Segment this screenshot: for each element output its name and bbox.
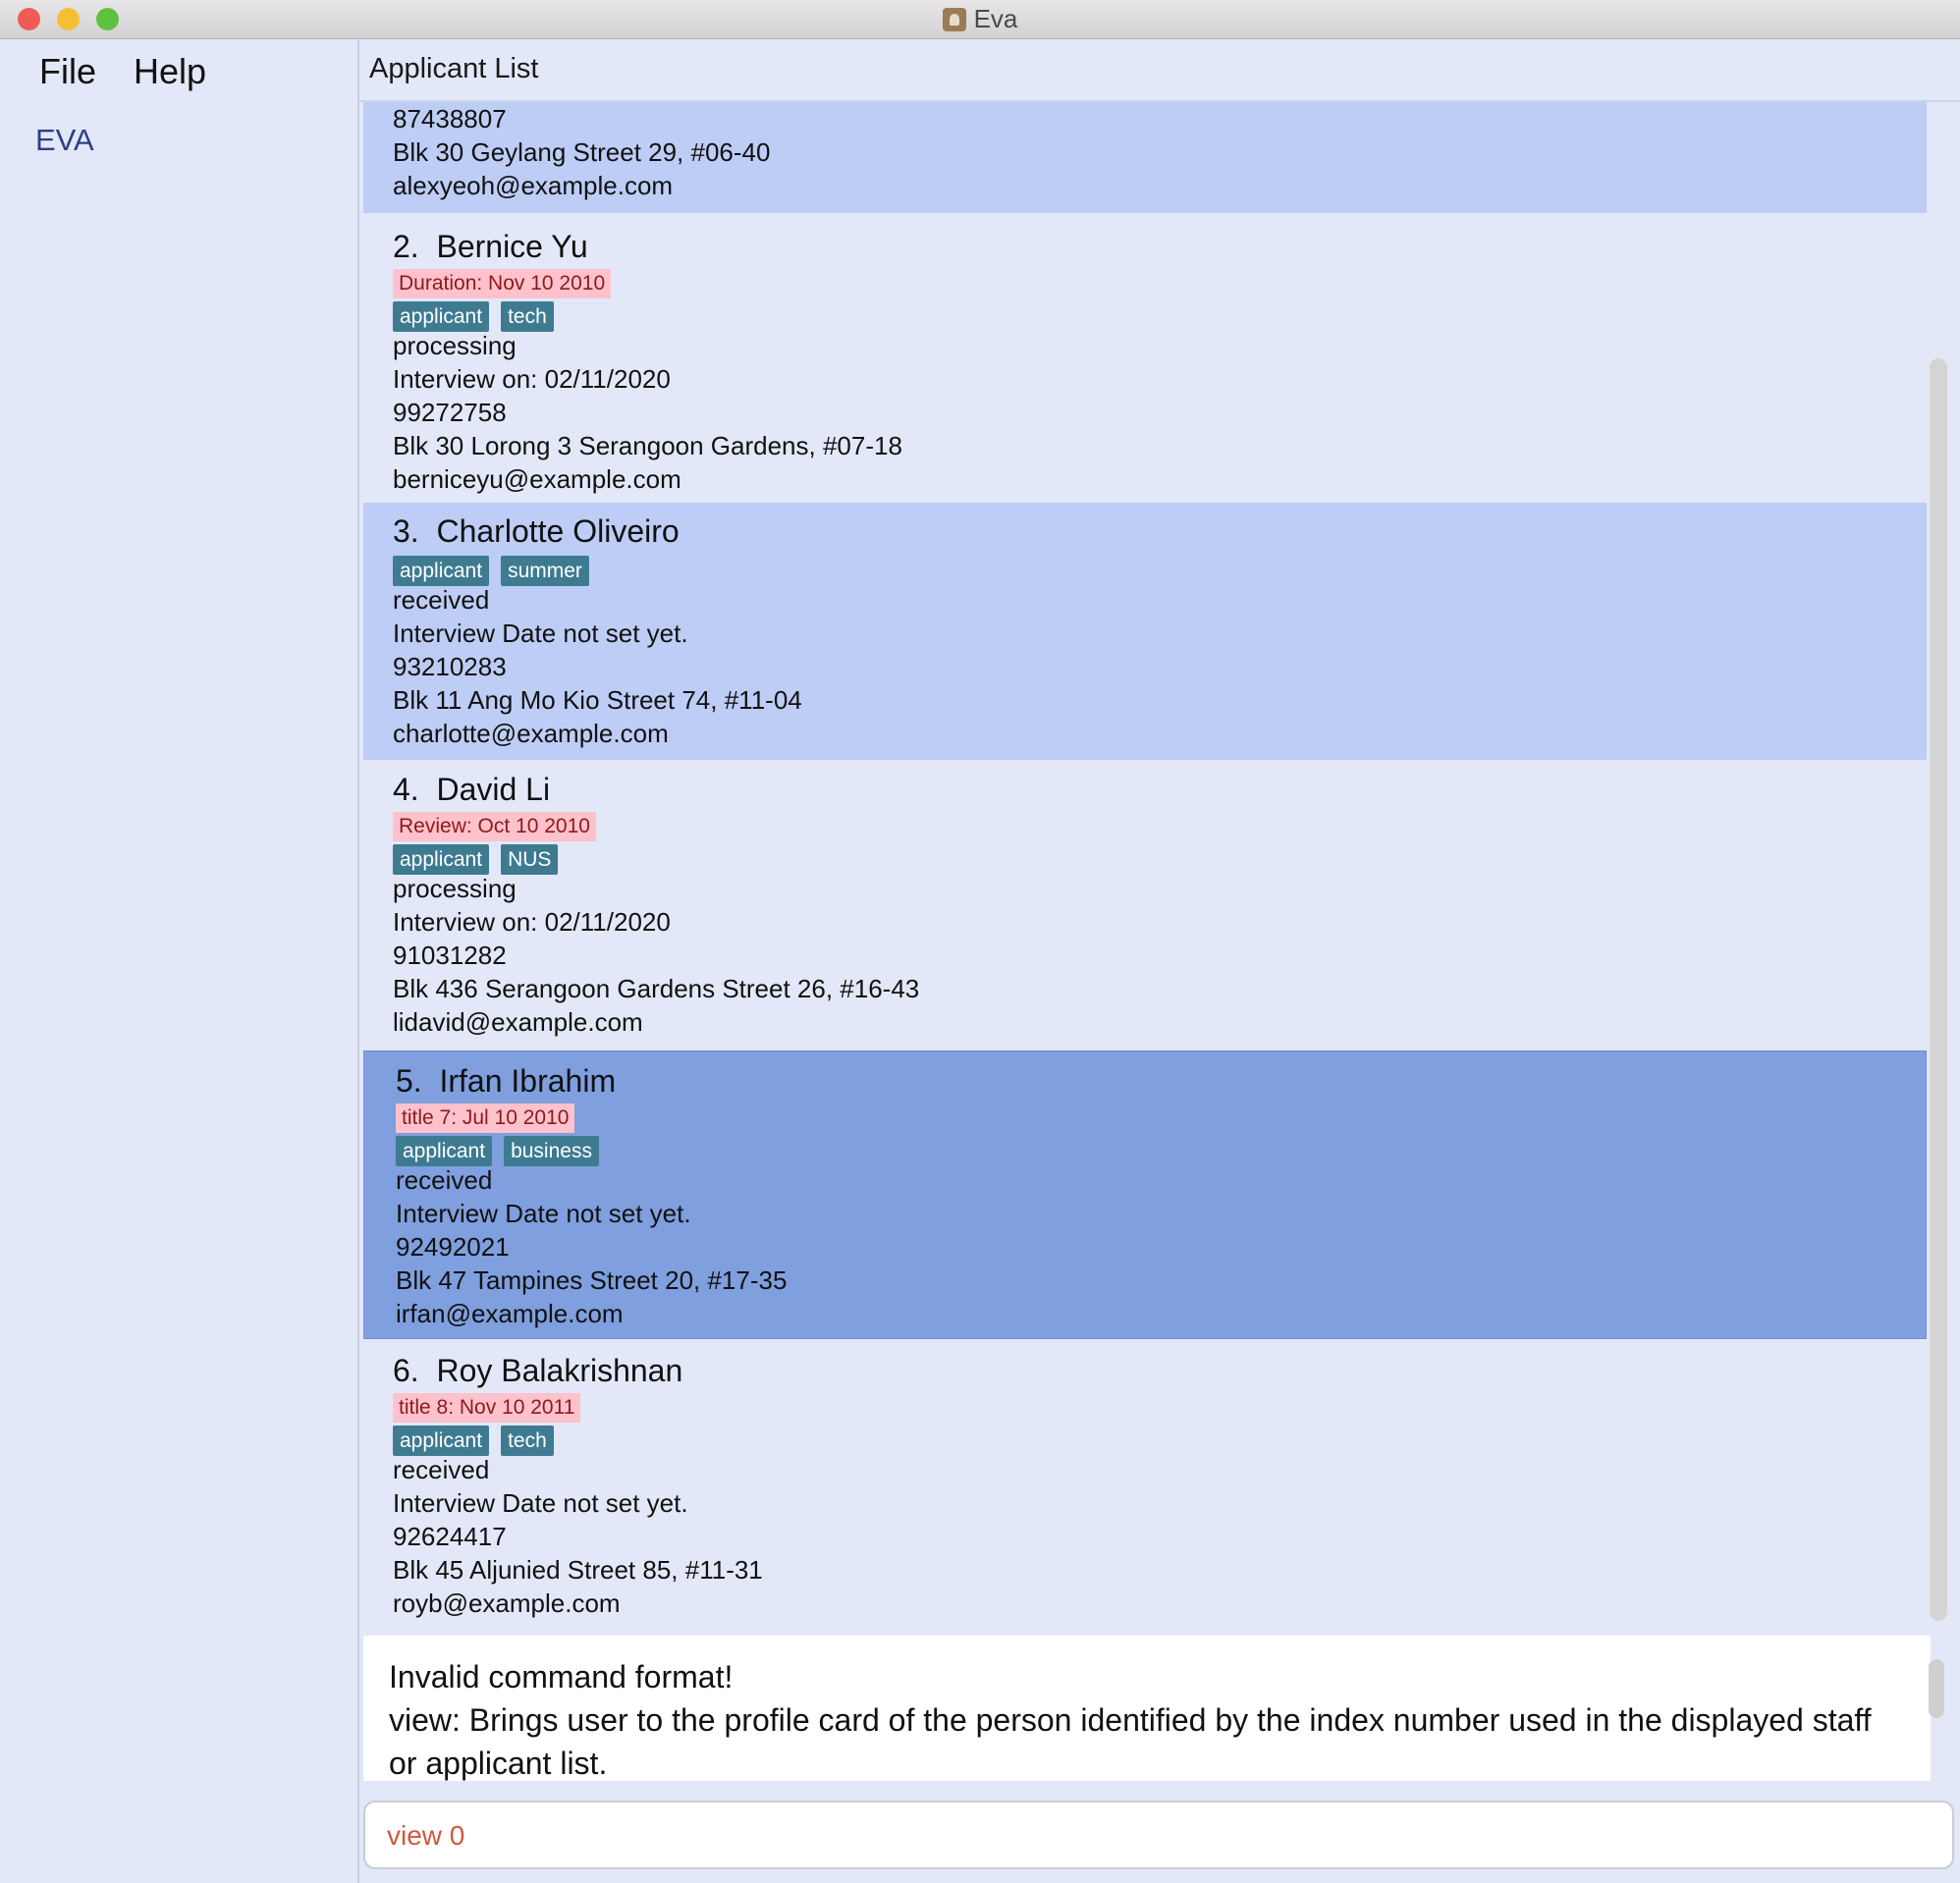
menu-help[interactable]: Help: [134, 51, 206, 92]
card-name: 6. Roy Balakrishnan: [393, 1353, 683, 1388]
command-input[interactable]: [385, 1812, 1921, 1859]
card-name: 4. David Li: [393, 772, 551, 807]
card-tags: applicant tech: [393, 301, 566, 333]
card-name: 3. Charlotte Oliveiro: [393, 513, 680, 549]
card-address: Blk 45 Aljunied Street 85, #11-31: [393, 1555, 763, 1585]
result-line-error: Invalid command format!: [389, 1659, 734, 1695]
card-name: 2. Bernice Yu: [393, 229, 588, 264]
card-name: 5. Irfan Ibrahim: [396, 1063, 617, 1099]
card-address: Blk 30 Lorong 3 Serangoon Gardens, #07-1…: [393, 431, 902, 460]
app-brand-label: EVA: [35, 123, 94, 157]
tag-badge: applicant: [393, 556, 490, 586]
applicant-card[interactable]: 4. David Li Review: Oct 10 2010 applican…: [363, 760, 1927, 1049]
event-badge: title 7: Jul 10 2010: [396, 1103, 575, 1133]
card-phone: 99272758: [393, 398, 507, 427]
card-email: charlotte@example.com: [393, 719, 669, 748]
list-item-partial[interactable]: 87438807 Blk 30 Geylang Street 29, #06-4…: [363, 102, 1927, 213]
card-email: irfan@example.com: [396, 1299, 624, 1328]
card-status: processing: [393, 331, 517, 360]
command-box[interactable]: [363, 1801, 1954, 1869]
card-phone: 93210283: [393, 652, 507, 681]
card-status: received: [393, 1455, 490, 1484]
window-titlebar: Eva: [0, 0, 1960, 39]
card-address: Blk 436 Serangoon Gardens Street 26, #16…: [393, 974, 920, 1003]
card-interview: Interview on: 02/11/2020: [393, 907, 671, 937]
tag-badge: applicant: [393, 844, 490, 875]
card-phone: 92624417: [393, 1522, 507, 1551]
card-interview: Interview on: 02/11/2020: [393, 364, 671, 394]
event-badge: Duration: Nov 10 2010: [393, 269, 612, 298]
card-interview: Interview Date not set yet.: [393, 619, 688, 648]
card-interview: Interview Date not set yet.: [393, 1488, 688, 1518]
tag-badge: NUS: [501, 844, 559, 875]
applicant-card-selected[interactable]: 5. Irfan Ibrahim title 7: Jul 10 2010 ap…: [363, 1050, 1927, 1339]
app-icon: [942, 7, 966, 31]
tag-badge: applicant: [393, 1426, 490, 1456]
card-tags: applicant tech: [393, 1426, 566, 1457]
card-address: Blk 30 Geylang Street 29, #06-40: [393, 137, 771, 167]
tag-badge: tech: [501, 1426, 554, 1456]
applicant-card[interactable]: 6. Roy Balakrishnan title 8: Nov 10 2011…: [363, 1341, 1927, 1630]
applicant-card[interactable]: 2. Bernice Yu Duration: Nov 10 2010 appl…: [363, 217, 1927, 503]
card-address: Blk 47 Tampines Street 20, #17-35: [396, 1265, 788, 1295]
sidebar: File Help EVA: [0, 39, 359, 1883]
card-address: Blk 11 Ang Mo Kio Street 74, #11-04: [393, 685, 802, 715]
card-status: received: [396, 1165, 493, 1195]
card-tags: applicant business: [396, 1136, 611, 1167]
tag-badge: applicant: [396, 1136, 493, 1166]
result-scrollbar[interactable]: [1929, 1659, 1944, 1718]
menu-file[interactable]: File: [39, 51, 96, 92]
card-status: processing: [393, 874, 517, 903]
result-display: Invalid command format! view: Brings use…: [363, 1636, 1931, 1781]
card-interview: Interview Date not set yet.: [396, 1199, 691, 1228]
card-email: berniceyu@example.com: [393, 464, 681, 494]
card-phone: 87438807: [393, 104, 507, 134]
tag-badge: applicant: [393, 301, 490, 332]
event-badge: Review: Oct 10 2010: [393, 812, 596, 841]
card-phone: 92492021: [396, 1232, 510, 1262]
tag-badge: tech: [501, 301, 554, 332]
list-header: Applicant List: [359, 39, 1960, 102]
window-title: Eva: [973, 4, 1018, 33]
event-badge: title 8: Nov 10 2011: [393, 1393, 581, 1423]
applicant-card[interactable]: 3. Charlotte Oliveiro applicant summer re…: [363, 503, 1927, 760]
card-email: royb@example.com: [393, 1588, 621, 1618]
card-tags: applicant summer: [393, 556, 601, 587]
card-phone: 91031282: [393, 941, 507, 970]
card-email: alexyeoh@example.com: [393, 171, 674, 200]
applicant-list[interactable]: 87438807 Blk 30 Geylang Street 29, #06-4…: [363, 102, 1927, 1630]
card-tags: applicant NUS: [393, 844, 570, 876]
tag-badge: business: [504, 1136, 599, 1166]
card-status: received: [393, 585, 490, 615]
list-scrollbar[interactable]: [1930, 358, 1947, 1621]
card-email: lidavid@example.com: [393, 1007, 643, 1037]
tag-badge: summer: [501, 556, 589, 586]
list-title: Applicant List: [369, 53, 539, 84]
result-message: Invalid command format! view: Brings use…: [389, 1655, 1901, 1785]
result-line-usage: view: Brings user to the profile card of…: [389, 1702, 1872, 1781]
